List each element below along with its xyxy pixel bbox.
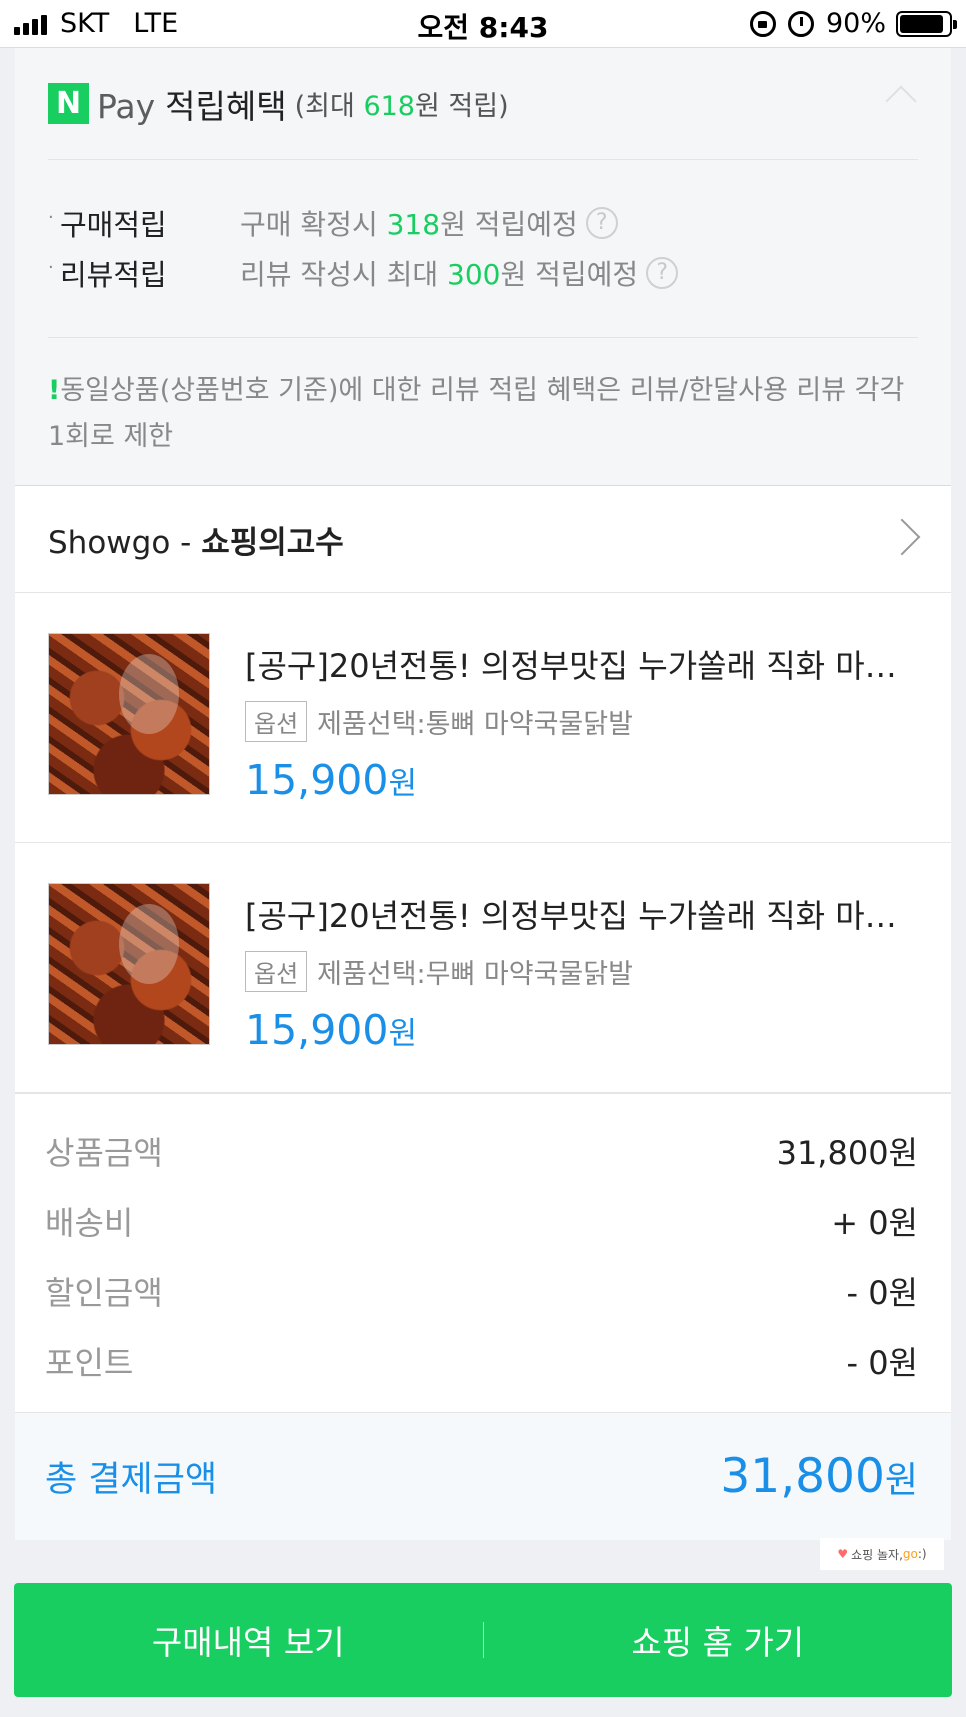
summary-row-shipping: 배송비 + 0원: [45, 1186, 918, 1256]
summary-row-points: 포인트 - 0원: [45, 1326, 918, 1396]
price-summary: 상품금액 31,800원 배송비 + 0원 할인금액 - 0원 포인트 - 0원: [15, 1093, 951, 1412]
total-label: 총 결제금액: [45, 1460, 218, 1500]
collapse-caret-icon[interactable]: [885, 85, 917, 117]
item-title[interactable]: [공구]20년전통! 의정부맛집 누가쏠래 직화 마약국물닭발: [245, 641, 925, 687]
item-info: [공구]20년전통! 의정부맛집 누가쏠래 직화 마약국물닭발 옵션 제품선택:…: [245, 891, 935, 1054]
notice-mark: !: [48, 375, 61, 406]
seller-row[interactable]: Showgo - 쇼핑의고수: [15, 486, 951, 593]
order-item[interactable]: [공구]20년전통! 의정부맛집 누가쏠래 직화 마약국물닭발 옵션 제품선택:…: [15, 843, 951, 1093]
summary-label: 상품금액: [45, 1134, 163, 1172]
item-title[interactable]: [공구]20년전통! 의정부맛집 누가쏠래 직화 마약국물닭발: [245, 891, 925, 937]
item-price: 15,900원: [245, 1006, 935, 1054]
review-notice: !동일상품(상품번호 기준)에 대한 리뷰 적립 혜택은 리뷰/한달사용 리뷰 …: [48, 338, 918, 460]
reward-amount: 318: [386, 208, 441, 241]
summary-label: 포인트: [45, 1344, 134, 1382]
npay-max: (최대 618원 적립): [295, 84, 509, 123]
price-unit: 원: [388, 766, 417, 802]
shopping-home-button[interactable]: 쇼핑 홈 가기: [484, 1583, 953, 1697]
summary-value: + 0원: [831, 1204, 918, 1242]
npay-title: Pay 적립혜택: [97, 80, 287, 128]
battery-percent: 90%: [825, 8, 886, 39]
rotation-lock-icon: [749, 10, 776, 37]
reward-desc-suffix: 원 적립예정: [500, 258, 639, 291]
purchase-history-button[interactable]: 구매내역 보기: [14, 1583, 483, 1697]
summary-value: 31,800원: [776, 1134, 918, 1172]
product-thumbnail[interactable]: [48, 883, 210, 1045]
total-payment: 총 결제금액 31,800원: [15, 1412, 951, 1540]
total-value: 31,800원: [720, 1449, 918, 1504]
bottom-action-bar: 구매내역 보기 쇼핑 홈 가기: [14, 1583, 952, 1697]
option-badge: 옵션: [245, 701, 308, 742]
order-card: N Pay 적립혜택 (최대 618원 적립) · 구매적립 구매 확정시 318…: [15, 48, 951, 1540]
npay-benefit-panel: N Pay 적립혜택 (최대 618원 적립) · 구매적립 구매 확정시 318…: [15, 48, 951, 486]
help-icon[interactable]: ?: [646, 257, 679, 289]
reward-row-purchase: · 구매적립 구매 확정시 318원 적립예정 ?: [48, 198, 918, 248]
bullet-icon: ·: [48, 206, 54, 228]
reward-desc-prefix: 구매 확정시: [240, 208, 378, 241]
item-option: 옵션 제품선택:무뼈 마약국물닭발: [245, 951, 935, 992]
heart-icon: ♥: [837, 1547, 849, 1561]
reward-amount: 300: [447, 258, 501, 291]
npay-header[interactable]: N Pay 적립혜택 (최대 618원 적립): [48, 48, 918, 160]
status-bar: SKT LTE 오전 8:43 90%: [0, 0, 966, 48]
watermark-go: go: [902, 1547, 918, 1561]
summary-label: 배송비: [45, 1204, 134, 1242]
item-option: 옵션 제품선택:통뼈 마약국물닭발: [245, 701, 935, 742]
order-item[interactable]: [공구]20년전통! 의정부맛집 누가쏠래 직화 마약국물닭발 옵션 제품선택:…: [15, 593, 951, 843]
npay-max-amount: 618: [363, 91, 415, 122]
price-amount: 15,900: [245, 756, 389, 804]
option-text: 제품선택:무뼈 마약국물닭발: [317, 959, 633, 990]
reward-row-review: · 리뷰적립 리뷰 작성시 최대 300원 적립예정 ?: [48, 248, 918, 298]
item-info: [공구]20년전통! 의정부맛집 누가쏠래 직화 마약국물닭발 옵션 제품선택:…: [245, 641, 935, 804]
summary-row-product: 상품금액 31,800원: [45, 1116, 918, 1186]
battery-fill: [900, 14, 944, 33]
product-thumbnail[interactable]: [48, 633, 210, 795]
npay-max-suffix: 원 적립): [414, 91, 509, 122]
reward-desc: 리뷰 작성시 최대 300원 적립예정: [240, 253, 638, 293]
price-amount: 15,900: [245, 1006, 389, 1054]
summary-value: - 0원: [846, 1274, 918, 1312]
notice-text: 동일상품(상품번호 기준)에 대한 리뷰 적립 혜택은 리뷰/한달사용 리뷰 각…: [48, 375, 905, 452]
naver-logo-icon: N: [48, 83, 89, 124]
reward-desc: 구매 확정시 318원 적립예정: [240, 203, 578, 243]
reward-list: · 구매적립 구매 확정시 318원 적립예정 ? · 리뷰적립 리뷰 작성시 …: [48, 160, 918, 338]
watermark-text: 쇼핑 놀자,: [851, 1547, 903, 1562]
battery-icon: [896, 10, 957, 37]
npay-max-prefix: (최대: [294, 91, 355, 122]
seller-separator: -: [170, 524, 202, 561]
pay-word: Pay: [97, 86, 156, 126]
price-unit: 원: [388, 1016, 417, 1052]
reward-desc-prefix: 리뷰 작성시 최대: [240, 258, 439, 291]
item-price: 15,900원: [245, 756, 935, 804]
reward-label: 구매적립: [60, 208, 167, 242]
status-right: 90%: [749, 8, 957, 39]
chevron-right-icon: [883, 518, 921, 556]
total-unit: 원: [884, 1460, 918, 1501]
total-amount: 31,800: [720, 1449, 885, 1504]
summary-row-discount: 할인금액 - 0원: [45, 1256, 918, 1326]
watermark-smile: :): [917, 1547, 927, 1561]
bullet-icon: ·: [48, 256, 54, 278]
seller-shop: 쇼핑의고수: [201, 524, 344, 561]
option-text: 제품선택:통뼈 마약국물닭발: [317, 709, 633, 740]
reward-label: 리뷰적립: [60, 258, 167, 292]
watermark-logo: ♥ 쇼핑 놀자, go :): [820, 1538, 944, 1570]
seller-brand: Showgo: [48, 524, 171, 561]
summary-label: 할인금액: [45, 1274, 163, 1312]
reward-desc-suffix: 원 적립예정: [440, 208, 578, 241]
alarm-icon: [787, 10, 814, 37]
seller-name: Showgo - 쇼핑의고수: [48, 517, 344, 562]
option-badge: 옵션: [245, 951, 308, 992]
npay-title-text: 적립혜택: [165, 86, 287, 126]
summary-value: - 0원: [846, 1344, 918, 1382]
help-icon[interactable]: ?: [585, 207, 618, 239]
